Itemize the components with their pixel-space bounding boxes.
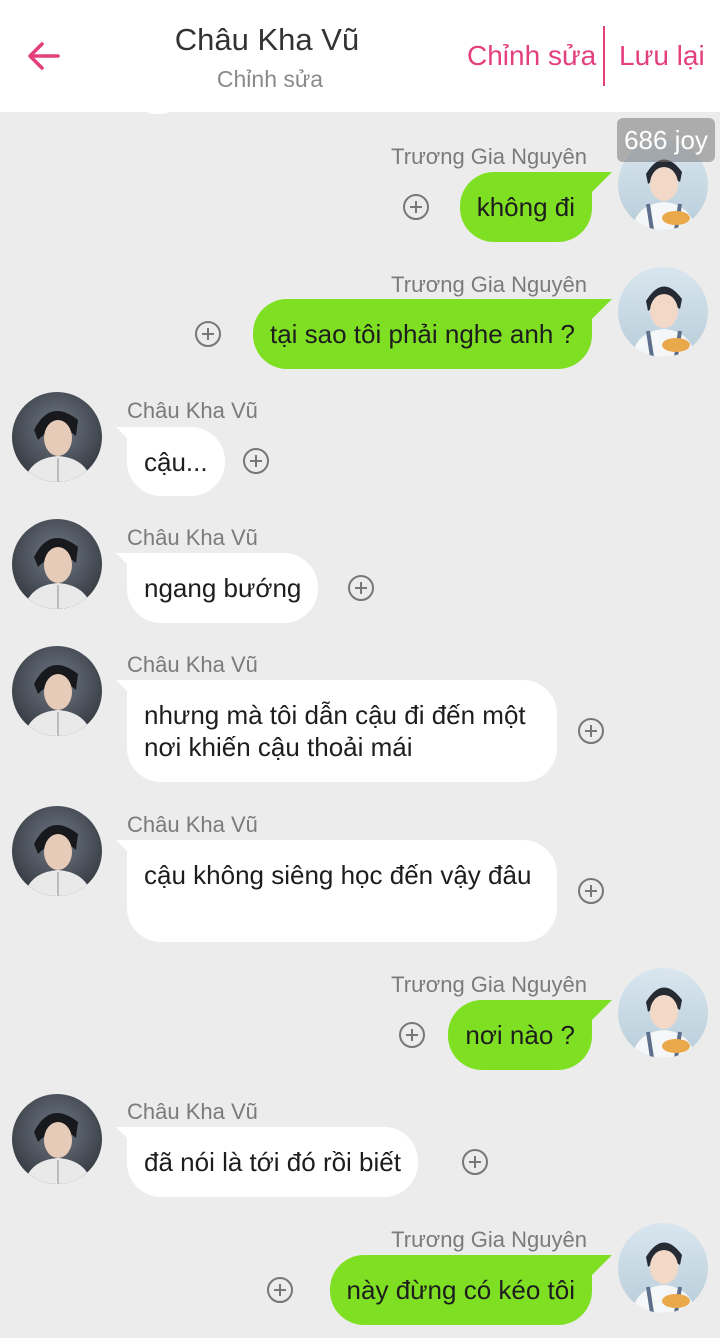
edit-button[interactable]: Chỉnh sửa (467, 40, 596, 72)
sender-name: Châu Kha Vũ (127, 525, 258, 550)
message-row: Châu Kha Vũ đã nói là tới đó rồi biết (0, 1068, 720, 1197)
header-divider (603, 26, 605, 86)
message-row: Châu Kha Vũ cậu không siêng học đến vậy … (0, 782, 720, 942)
chat-subtitle: Chỉnh sửa (216, 66, 324, 92)
bubble-tail (116, 840, 138, 862)
sender-name: Châu Kha Vũ (127, 1099, 258, 1124)
avatar-truong-gia-nguyen[interactable] (618, 267, 708, 357)
avatar-chau-kha-vu[interactable] (12, 806, 102, 896)
plus-circle-icon[interactable] (266, 1276, 294, 1304)
message-bubble[interactable]: không đi (459, 172, 592, 242)
avatar-chau-kha-vu[interactable] (12, 1094, 102, 1184)
plus-circle-icon[interactable] (194, 320, 222, 348)
avatar-truong-gia-nguyen[interactable] (618, 968, 708, 1058)
plus-circle-icon[interactable] (577, 717, 605, 745)
plus-circle-icon[interactable] (461, 1148, 489, 1176)
bubble-tail (590, 1255, 612, 1277)
plus-circle-icon[interactable] (398, 1021, 426, 1049)
sender-name: Châu Kha Vũ (127, 398, 258, 423)
avatar-chau-kha-vu[interactable] (12, 646, 102, 736)
message-row: Trương Gia Nguyên này đừng có kéo tôi (0, 1196, 720, 1338)
chat-title: Châu Kha Vũ (174, 22, 360, 57)
message-bubble[interactable]: cậu... (127, 427, 225, 496)
message-bubble[interactable]: nơi nào ? (448, 1000, 592, 1070)
message-row: Trương Gia Nguyên không đi (0, 112, 720, 242)
chat-area[interactable]: Trương Gia Nguyên không đi Trương Gia Ng… (0, 112, 720, 1338)
message-row: Trương Gia Nguyên tại sao tôi phải nghe … (0, 240, 720, 369)
message-bubble[interactable]: này đừng có kéo tôi (329, 1255, 592, 1325)
sender-name: Trương Gia Nguyên (391, 272, 587, 297)
avatar-chau-kha-vu[interactable] (12, 392, 102, 482)
plus-circle-icon[interactable] (242, 447, 270, 475)
bubble-tail (116, 1127, 138, 1149)
sender-name: Trương Gia Nguyên (391, 972, 587, 997)
save-button[interactable]: Lưu lại (619, 40, 705, 72)
sender-name: Châu Kha Vũ (127, 812, 258, 837)
plus-circle-icon[interactable] (347, 574, 375, 602)
bubble-tail (590, 1000, 612, 1022)
bubble-tail (116, 680, 138, 702)
avatar-chau-kha-vu[interactable] (12, 519, 102, 609)
message-bubble[interactable]: ngang bướng (127, 553, 319, 623)
message-row: Châu Kha Vũ nhưng mà tôi dẫn cậu đi đến … (0, 622, 720, 782)
sender-name: Trương Gia Nguyên (391, 1227, 587, 1252)
message-bubble[interactable]: đã nói là tới đó rồi biết (127, 1127, 418, 1197)
bubble-tail (116, 553, 138, 575)
bubble-tail (590, 299, 612, 321)
watermark: 686 joy (617, 118, 715, 162)
bubble-tail (116, 427, 138, 449)
sender-name: Châu Kha Vũ (127, 652, 258, 677)
message-bubble[interactable]: nhưng mà tôi dẫn cậu đi đến một nơi khiế… (127, 680, 557, 782)
bubble-tail (590, 172, 612, 194)
message-row: Châu Kha Vũ cậu... (0, 368, 720, 496)
sender-name: Trương Gia Nguyên (391, 144, 587, 169)
plus-circle-icon[interactable] (577, 877, 605, 905)
app-header: Châu Kha Vũ Chỉnh sửa Chỉnh sửa Lưu lại (0, 0, 720, 112)
avatar-truong-gia-nguyen[interactable] (618, 1223, 708, 1313)
plus-circle-icon[interactable] (402, 193, 430, 221)
message-row: Châu Kha Vũ ngang bướng (0, 495, 720, 623)
message-bubble[interactable]: tại sao tôi phải nghe anh ? (252, 299, 592, 369)
message-bubble[interactable]: cậu không siêng học đến vậy đâu (127, 840, 557, 942)
